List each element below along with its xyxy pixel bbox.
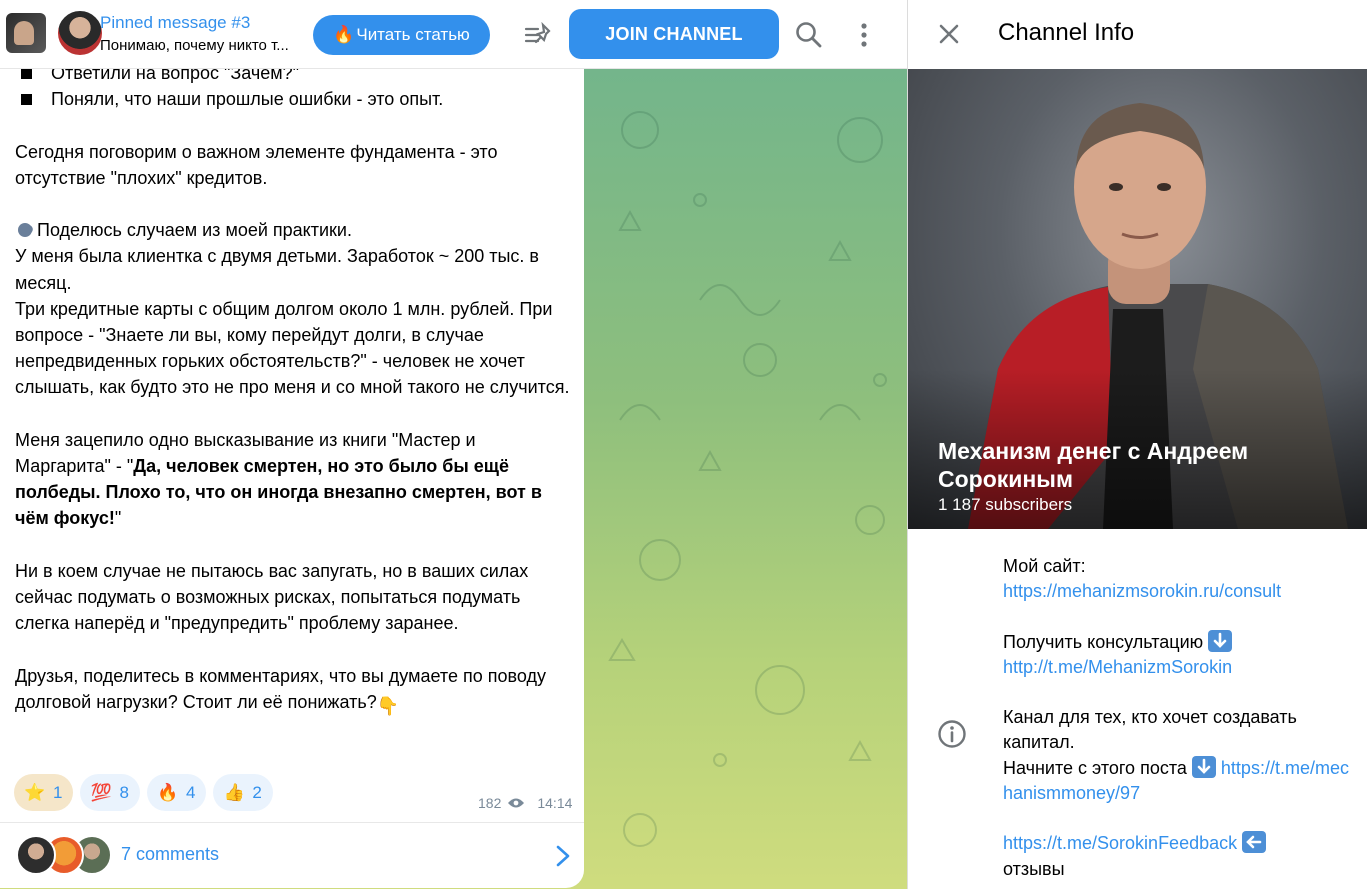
paragraph: Сегодня поговорим о важном элементе фунд… bbox=[15, 141, 498, 188]
chat-topbar: Pinned message #3 Понимаю, почему никто … bbox=[0, 0, 907, 69]
paragraph: Поделюсь случаем из моей практики. У мен… bbox=[15, 217, 575, 400]
quote-end: " bbox=[114, 508, 122, 529]
search-icon[interactable] bbox=[793, 19, 825, 51]
reaction-count: 1 bbox=[53, 782, 63, 802]
arrow-down-icon bbox=[1191, 755, 1216, 778]
chevron-right-icon bbox=[556, 845, 570, 867]
avatar bbox=[16, 835, 56, 875]
channel-info-header: Channel Info bbox=[908, 0, 1371, 69]
bullet-square-icon bbox=[21, 94, 32, 106]
join-channel-button[interactable]: JOIN CHANNEL bbox=[569, 9, 779, 59]
channel-description: Мой сайт: https://mehanizmsorokin.ru/con… bbox=[1003, 554, 1353, 882]
bullet-text: Поняли, что наши прошлые ошибки - это оп… bbox=[51, 89, 444, 110]
paragraph-text: Друзья, поделитесь в комментариях, что в… bbox=[15, 665, 546, 712]
commenter-avatars bbox=[16, 835, 112, 877]
reaction-count: 8 bbox=[119, 782, 129, 802]
comments-link[interactable]: 7 comments bbox=[121, 844, 219, 865]
pinned-message-thumbnails[interactable] bbox=[6, 9, 104, 59]
channel-avatar bbox=[56, 9, 104, 57]
panel-title: Channel Info bbox=[998, 19, 1135, 46]
feedback-label: отзывы bbox=[1003, 858, 1065, 879]
thumbs-up-icon: 👍 bbox=[223, 782, 245, 802]
chat-area: Pinned message #3 Понимаю, почему никто … bbox=[0, 0, 907, 889]
eye-icon bbox=[508, 798, 525, 808]
message-meta: 182 14:14 bbox=[478, 795, 572, 811]
paragraph: Ни в коем случае не пытаюсь вас запугать… bbox=[15, 560, 529, 634]
reaction-hundred[interactable]: 💯 8 bbox=[80, 774, 140, 811]
about-text: Канал для тех, кто хочет создавать капит… bbox=[1003, 707, 1297, 753]
bullet-square-icon bbox=[21, 68, 32, 79]
read-article-label: Читать статью bbox=[356, 25, 470, 44]
paragraph-line: Три кредитные карты с общим долгом около… bbox=[15, 298, 570, 398]
star-icon: ⭐ bbox=[24, 782, 46, 802]
info-icon bbox=[938, 720, 966, 748]
hundred-icon: 💯 bbox=[90, 782, 113, 802]
close-icon[interactable] bbox=[934, 19, 964, 49]
feedback-link[interactable]: https://t.me/SorokinFeedback bbox=[1003, 833, 1237, 853]
message-time: 14:14 bbox=[537, 795, 573, 811]
fire-icon: 🔥 bbox=[333, 25, 355, 44]
arrow-down-icon bbox=[1208, 629, 1233, 652]
reaction-count: 4 bbox=[185, 782, 196, 802]
channel-name: Механизм денег с Андреем Сорокиным bbox=[938, 438, 1249, 492]
about-cta: Начните с этого поста bbox=[1003, 757, 1187, 778]
paragraph: Меня зацепило одно высказывание из книги… bbox=[15, 427, 575, 532]
consult-link[interactable]: http://t.me/MehanizmSorokin bbox=[1003, 657, 1232, 677]
more-vertical-icon[interactable] bbox=[848, 19, 880, 51]
reaction-star[interactable]: ⭐ 1 bbox=[14, 774, 74, 811]
consult-label: Получить консультацию bbox=[1003, 631, 1204, 652]
pinned-message-title[interactable]: Pinned message #3 bbox=[100, 13, 250, 33]
message-text: Ответили на вопрос "Зачем?" Поняли, что … bbox=[15, 60, 575, 716]
reaction-fire[interactable]: 🔥 4 bbox=[146, 774, 207, 811]
subscriber-count: 1 187 subscribers bbox=[938, 495, 1073, 514]
site-link[interactable]: https://mehanizmsorokin.ru/consult bbox=[1003, 581, 1281, 601]
pinned-list-icon[interactable] bbox=[523, 20, 553, 50]
channel-info-panel: Channel Info Механизм денег с Андреем Со… bbox=[907, 0, 1371, 889]
reaction-thumbs-up[interactable]: 👍 2 bbox=[213, 774, 273, 811]
paragraph: Друзья, поделитесь в комментариях, что в… bbox=[15, 663, 575, 716]
paragraph-line: Поделюсь случаем из моей практики. bbox=[37, 220, 352, 241]
pinned-thumbnail-image bbox=[6, 13, 46, 53]
reactions-row: ⭐ 1 💯 8 🔥 4 👍 2 bbox=[14, 774, 273, 811]
reaction-count: 2 bbox=[252, 782, 262, 802]
message-bubble: Ответили на вопрос "Зачем?" Поняли, что … bbox=[0, 0, 584, 888]
site-label: Мой сайт: bbox=[1003, 556, 1086, 576]
speaking-head-icon bbox=[18, 223, 33, 238]
list-item: Поняли, что наши прошлые ошибки - это оп… bbox=[15, 86, 575, 112]
arrow-left-icon bbox=[1242, 831, 1267, 854]
view-count: 182 bbox=[478, 795, 502, 811]
comments-bar[interactable]: 7 comments bbox=[0, 822, 584, 888]
paragraph-line: У меня была клиентка с двумя детьми. Зар… bbox=[15, 246, 539, 293]
pointing-down-icon: 👇 bbox=[376, 695, 400, 716]
fire-icon: 🔥 bbox=[157, 782, 179, 802]
pinned-message-preview[interactable]: Понимаю, почему никто т... bbox=[100, 37, 310, 54]
read-article-button[interactable]: 🔥 Читать статью bbox=[313, 15, 490, 55]
